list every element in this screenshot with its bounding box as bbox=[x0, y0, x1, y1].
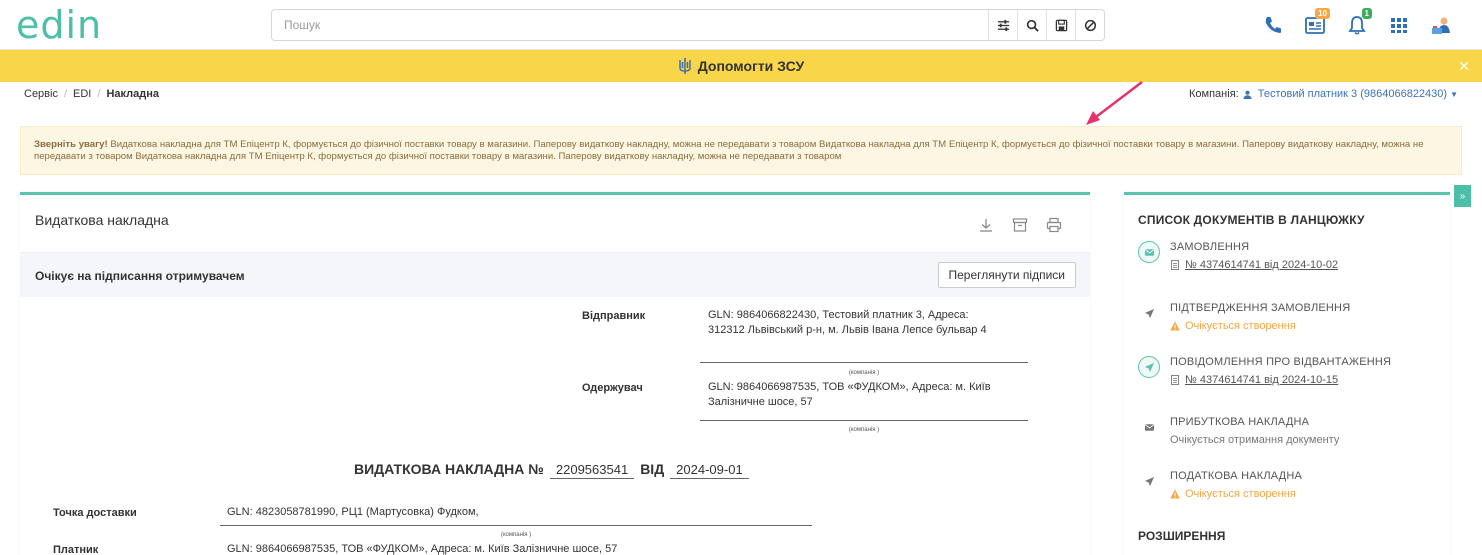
invoice-heading-label: ВИДАТКОВА НАКЛАДНА № bbox=[354, 461, 544, 477]
sliders-icon bbox=[997, 19, 1009, 31]
chain-item-link[interactable]: № 4374614741 від 2024-10-15 bbox=[1170, 374, 1338, 386]
invoice-date: 2024-09-01 bbox=[670, 462, 749, 479]
document-icon bbox=[1171, 375, 1179, 385]
sender-underline bbox=[700, 362, 1028, 363]
chain-item-status: Очікується створення bbox=[1170, 320, 1296, 332]
apps-button[interactable] bbox=[1388, 14, 1410, 36]
close-icon[interactable]: ✕ bbox=[1458, 58, 1470, 75]
top-header: edin 10 1 bbox=[0, 0, 1482, 50]
chain-item-name: ЗАМОВЛЕННЯ bbox=[1170, 241, 1250, 253]
extensions-title: РОЗШИРЕННЯ bbox=[1138, 529, 1226, 543]
warning-icon bbox=[1170, 489, 1180, 499]
floppy-disk-icon bbox=[1055, 19, 1067, 31]
warning-text: Видаткова накладна для ТМ Епіцентр К, фо… bbox=[34, 139, 1424, 162]
invoice-date-label: ВІД bbox=[640, 461, 665, 477]
ban-icon bbox=[1084, 19, 1096, 31]
print-icon[interactable] bbox=[1046, 217, 1062, 233]
breadcrumb-item-service[interactable]: Сервіс bbox=[24, 88, 58, 100]
paper-plane-icon bbox=[1138, 356, 1160, 378]
status-bar: Очікує на підписання отримувачем Перегля… bbox=[20, 252, 1090, 297]
sender-value: GLN: 9864066822430, Тестовий платник 3, … bbox=[708, 309, 987, 336]
edin-logo[interactable]: edin bbox=[16, 6, 102, 44]
invoice-number: 2209563541 bbox=[549, 462, 635, 479]
annotation-arrow-icon bbox=[1086, 81, 1143, 125]
chain-item-status: Очікується отримання документу bbox=[1170, 434, 1340, 446]
view-signatures-button[interactable]: Переглянути підписи bbox=[937, 262, 1076, 288]
chain-title: СПИСОК ДОКУМЕНТІВ В ЛАНЦЮЖКУ bbox=[1138, 213, 1365, 227]
support-banner[interactable]: Допомогти ЗСУ ✕ bbox=[0, 50, 1482, 82]
paper-plane-icon bbox=[1138, 470, 1160, 492]
notifications-badge: 1 bbox=[1361, 8, 1372, 19]
clear-search-button[interactable] bbox=[1075, 10, 1104, 40]
warning-icon bbox=[1170, 321, 1180, 331]
delivery-point-value: GLN: 4823058781990, РЦ1 (Мартусовка) Фуд… bbox=[227, 506, 479, 518]
warning-alert: Зверніть увагу! Видаткова накладна для Т… bbox=[20, 126, 1462, 175]
envelope-icon bbox=[1138, 241, 1160, 263]
company-label: Компанія: bbox=[1189, 88, 1239, 100]
chain-item-name: ПРИБУТКОВА НАКЛАДНА bbox=[1170, 416, 1310, 428]
document-icon bbox=[1171, 260, 1179, 270]
chain-item-name: ПІДТВЕРДЖЕННЯ ЗАМОВЛЕННЯ bbox=[1170, 302, 1351, 314]
user-profile-button[interactable] bbox=[1430, 14, 1452, 36]
invoice-heading: ВИДАТКОВА НАКЛАДНА № 2209563541 ВІД 2024… bbox=[354, 461, 755, 479]
breadcrumb: Сервіс / EDI / Накладна bbox=[24, 88, 159, 100]
archive-icon[interactable] bbox=[1012, 217, 1028, 233]
search-button[interactable] bbox=[1017, 10, 1046, 40]
payer-value: GLN: 9864066987535, ТОВ «ФУДКОМ», Адреса… bbox=[227, 543, 618, 555]
chain-item-name: ПОВІДОМЛЕННЯ ПРО ВІДВАНТАЖЕННЯ bbox=[1170, 356, 1392, 368]
search-bar bbox=[271, 9, 1105, 41]
trident-icon bbox=[679, 58, 691, 74]
delivery-company-caption: (компанія ) bbox=[500, 532, 532, 538]
search-input[interactable] bbox=[272, 10, 988, 40]
chevron-down-icon: ▼ bbox=[1450, 89, 1458, 99]
user-icon bbox=[1243, 90, 1252, 99]
document-chain-panel: СПИСОК ДОКУМЕНТІВ В ЛАНЦЮЖКУ ЗАМОВЛЕННЯ … bbox=[1124, 192, 1450, 555]
receiver-underline bbox=[700, 420, 1028, 421]
download-icon[interactable] bbox=[978, 217, 994, 233]
envelope-icon bbox=[1138, 416, 1160, 438]
phone-button[interactable] bbox=[1262, 14, 1284, 36]
chain-item-status: Очікується створення bbox=[1170, 488, 1296, 500]
chain-item-name: ПОДАТКОВА НАКЛАДНА bbox=[1170, 470, 1303, 482]
company-selector[interactable]: Компанія: Тестовий платник 3 (9864066822… bbox=[1189, 88, 1458, 100]
documents-button[interactable]: 10 bbox=[1304, 8, 1330, 36]
receiver-value: GLN: 9864066987535, ТОВ «ФУДКОМ», Адреса… bbox=[708, 381, 991, 408]
chevron-right-icon[interactable]: » bbox=[1454, 185, 1471, 207]
phone-icon bbox=[1265, 17, 1281, 33]
sender-label: Відправник bbox=[582, 310, 646, 322]
delivery-point-label: Точка доставки bbox=[53, 507, 137, 519]
documents-badge: 10 bbox=[1315, 8, 1330, 19]
search-icon bbox=[1026, 19, 1039, 32]
delivery-underline bbox=[220, 525, 812, 526]
invoice-card: Видаткова накладна Очікує на підписання … bbox=[20, 192, 1090, 555]
document-status: Очікує на підписання отримувачем bbox=[35, 269, 245, 283]
breadcrumb-item-current: Накладна bbox=[106, 88, 159, 100]
user-avatar-icon bbox=[1432, 17, 1450, 34]
notifications-button[interactable]: 1 bbox=[1346, 8, 1372, 36]
breadcrumb-item-edi[interactable]: EDI bbox=[73, 88, 91, 100]
card-title: Видаткова накладна bbox=[35, 212, 169, 228]
card-toolbar bbox=[960, 217, 1062, 233]
chain-item-link[interactable]: № 4374614741 від 2024-10-02 bbox=[1170, 259, 1338, 271]
warning-title: Зверніть увагу! bbox=[34, 139, 108, 150]
filter-settings-button[interactable] bbox=[988, 10, 1017, 40]
company-name[interactable]: Тестовий платник 3 (9864066822430) bbox=[1258, 88, 1447, 100]
payer-label: Платник bbox=[53, 544, 99, 555]
receiver-label: Одержувач bbox=[582, 382, 643, 394]
banner-text: Допомогти ЗСУ bbox=[697, 58, 805, 74]
save-search-button[interactable] bbox=[1046, 10, 1075, 40]
grid-icon bbox=[1391, 18, 1407, 33]
paper-plane-icon bbox=[1138, 302, 1160, 324]
receiver-company-caption: (компанія ) bbox=[848, 427, 880, 433]
header-actions: 10 1 bbox=[1262, 8, 1472, 42]
sender-company-caption: (компанія ) bbox=[848, 370, 880, 376]
